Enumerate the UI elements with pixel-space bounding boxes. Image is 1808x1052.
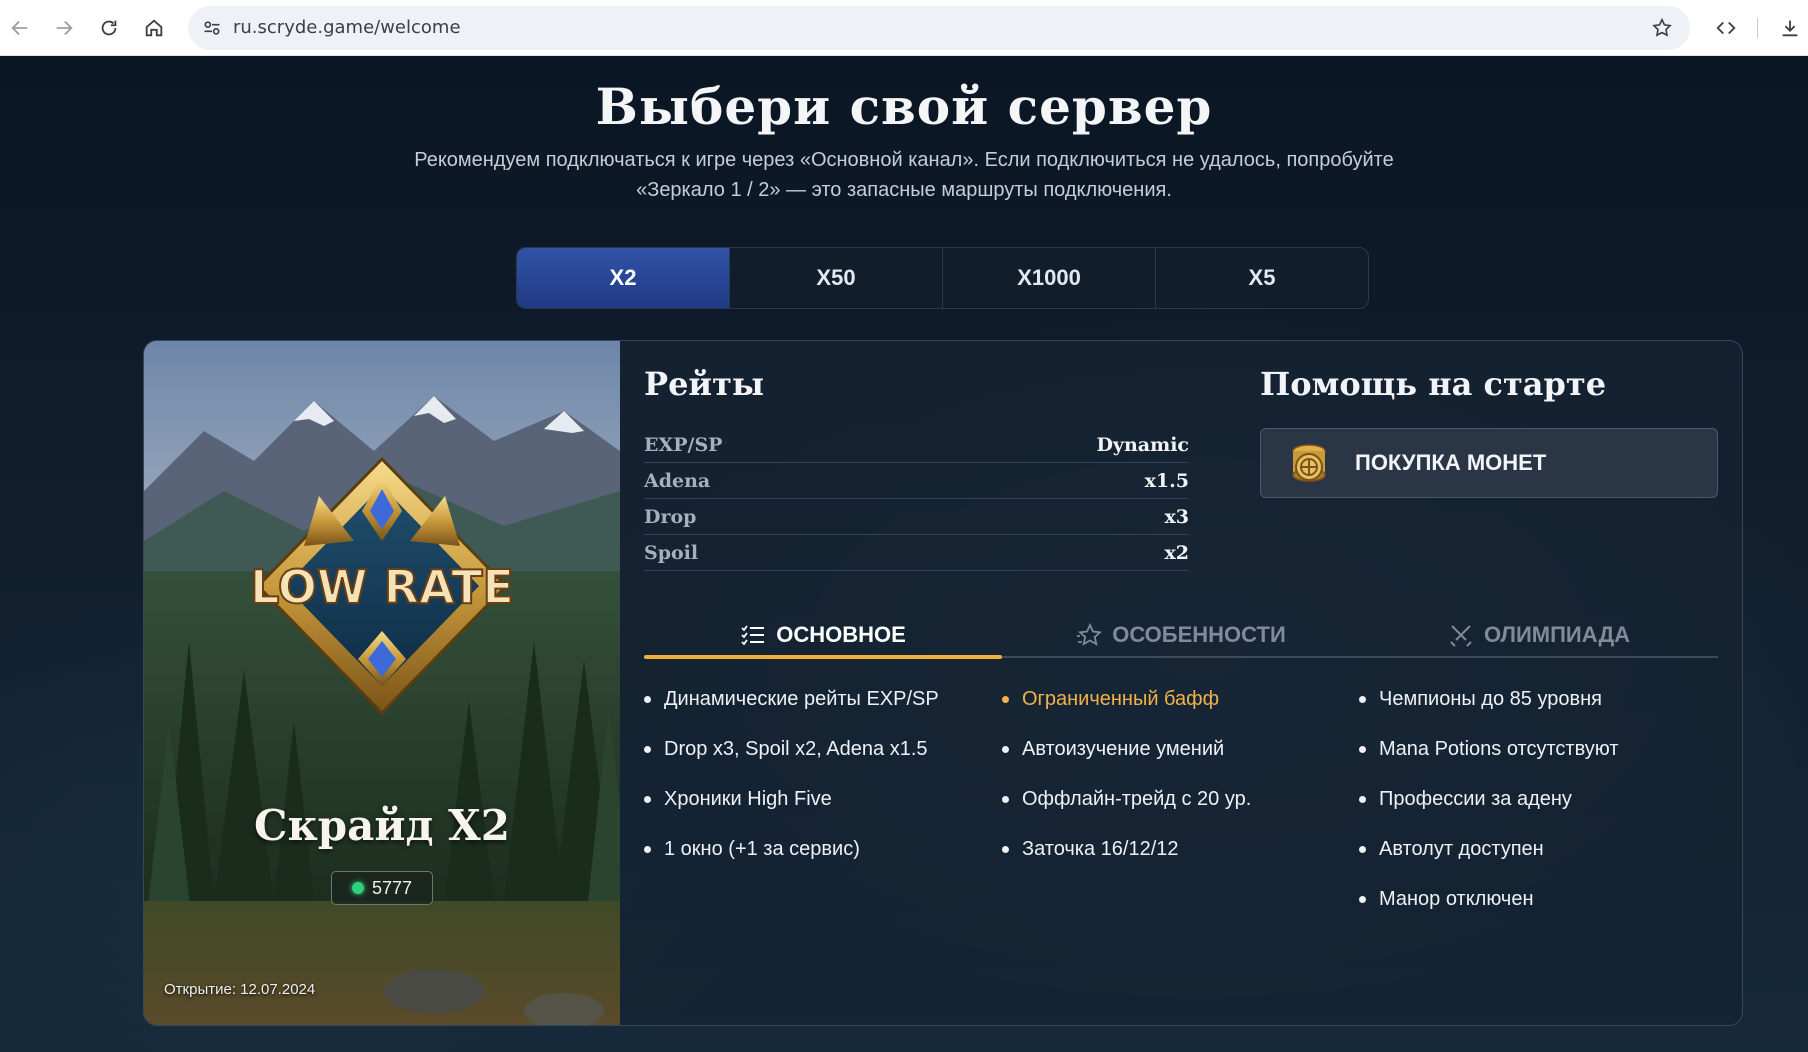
features-special-list: Ограниченный бафф Автоизучение умений Оф… [1002, 687, 1342, 887]
rate-row: EXP/SP Dynamic [644, 427, 1189, 463]
subtitle-line-1: Рекомендуем подключаться к игре через «О… [414, 149, 1394, 171]
rate-row: Spoil x2 [644, 535, 1189, 571]
list-item: Заточка 16/12/12 [1002, 837, 1342, 887]
page-content: Выбери свой сервер Рекомендуем подключат… [0, 57, 1808, 1052]
online-badge: 5777 [331, 871, 433, 905]
list-item: 1 окно (+1 за сервис) [644, 837, 984, 887]
list-item: Профессии за адену [1359, 787, 1699, 837]
mountain-forest-illustration: LOW RATE [144, 341, 620, 1025]
list-item: Автолут доступен [1359, 837, 1699, 887]
emblem-text: LOW RATE [250, 560, 514, 614]
features-olympiad-list: Чемпионы до 85 уровня Mana Potions отсут… [1359, 687, 1699, 937]
site-settings-icon[interactable] [198, 14, 226, 42]
list-item: Drop x3, Spoil x2, Adena x1.5 [644, 737, 984, 787]
download-icon[interactable] [1770, 8, 1808, 48]
tab-x50[interactable]: X50 [730, 248, 943, 308]
buy-coins-button[interactable]: ПОКУПКА МОНЕТ [1260, 428, 1718, 498]
home-icon[interactable] [134, 8, 174, 48]
browser-toolbar: ru.scryde.game/welcome [0, 0, 1808, 56]
rate-key: EXP/SP [644, 433, 723, 456]
tab-main[interactable]: ОСНОВНОЕ [644, 613, 1002, 659]
tab-olympiad-label: ОЛИМПИАДА [1483, 621, 1631, 647]
list-item: Чемпионы до 85 уровня [1359, 687, 1699, 737]
list-item: Оффлайн-трейд с 20 ур. [1002, 787, 1342, 837]
rate-row: Drop x3 [644, 499, 1189, 535]
swords-icon [1450, 624, 1472, 647]
server-name: Скрайд X2 [254, 801, 510, 850]
rate-key: Spoil [644, 541, 699, 564]
list-item: Динамические рейты EXP/SP [644, 687, 984, 737]
server-card: LOW RATE Скрайд X2 5777 Открытие: 12.07.… [143, 340, 1743, 1026]
url-text[interactable]: ru.scryde.game/welcome [233, 6, 461, 50]
tab-main-label: ОСНОВНОЕ [776, 621, 906, 647]
page-title: Выбери свой сервер [595, 77, 1213, 136]
list-item[interactable]: Ограниченный бафф [1002, 687, 1342, 737]
subtitle-line-2: «Зеркало 1 / 2» — это запасные маршруты … [636, 179, 1172, 201]
opening-date: Открытие: 12.07.2024 [164, 981, 316, 998]
back-icon[interactable] [0, 8, 40, 48]
list-item: Mana Potions отсутствуют [1359, 737, 1699, 787]
help-title: Помощь на старте [1260, 365, 1607, 403]
list-item: Манор отключен [1359, 887, 1699, 937]
page-subtitle: Рекомендуем подключаться к игре через «О… [404, 145, 1404, 205]
tab-features[interactable]: ОСОБЕННОСТИ [1002, 613, 1360, 656]
list-icon [741, 624, 765, 645]
coin-stack-icon [1292, 444, 1326, 482]
rates-title: Рейты [644, 365, 765, 403]
tab-x2[interactable]: X2 [517, 248, 730, 308]
rate-value: x1.5 [1144, 469, 1189, 492]
rate-row: Adena x1.5 [644, 463, 1189, 499]
tab-x5[interactable]: X5 [1156, 248, 1368, 308]
list-item: Автоизучение умений [1002, 737, 1342, 787]
code-icon[interactable] [1706, 8, 1746, 48]
rate-value: x3 [1164, 505, 1189, 528]
rate-key: Drop [644, 505, 697, 528]
reload-icon[interactable] [89, 8, 129, 48]
tab-features-label: ОСОБЕННОСТИ [1112, 621, 1286, 647]
star-icon [1077, 622, 1103, 646]
rate-key: Adena [644, 469, 711, 492]
rates-table: EXP/SP Dynamic Adena x1.5 Drop x3 Spoil … [644, 427, 1189, 571]
bookmark-star-icon[interactable] [1646, 12, 1678, 44]
online-count: 5777 [371, 877, 413, 898]
server-tabs: X2 X50 X1000 X5 [516, 247, 1369, 309]
tab-olympiad[interactable]: ОЛИМПИАДА [1360, 613, 1718, 656]
forward-icon[interactable] [44, 8, 84, 48]
address-bar[interactable]: ru.scryde.game/welcome [188, 6, 1690, 50]
online-status-icon [351, 882, 364, 894]
rate-value: Dynamic [1096, 433, 1189, 456]
info-tabs: ОСНОВНОЕ ОСОБЕННОСТИ ОЛИМПИАДА [644, 613, 1718, 659]
list-item: Хроники High Five [644, 787, 984, 837]
buy-coins-label: ПОКУПКА МОНЕТ [1355, 450, 1547, 475]
features-main-list: Динамические рейты EXP/SP Drop x3, Spoil… [644, 687, 984, 887]
tab-x1000[interactable]: X1000 [943, 248, 1156, 308]
rate-value: x2 [1164, 541, 1189, 564]
server-artwork: LOW RATE Скрайд X2 5777 Открытие: 12.07.… [144, 341, 620, 1025]
toolbar-divider [1757, 18, 1758, 38]
